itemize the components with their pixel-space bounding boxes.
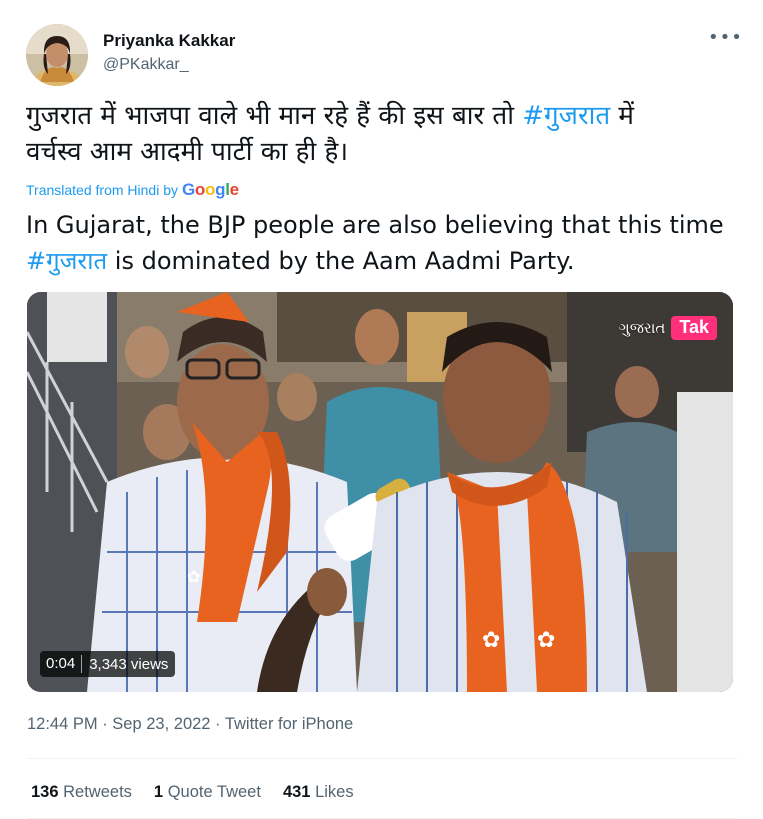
- likes-stat[interactable]: 431 Likes: [283, 783, 354, 802]
- tweet-source[interactable]: Twitter for iPhone: [225, 715, 353, 733]
- svg-text:✿: ✿: [537, 628, 555, 653]
- svg-text:✿: ✿: [187, 567, 200, 586]
- avatar-image: [26, 24, 88, 86]
- author-avatar[interactable]: [26, 24, 88, 86]
- tweet-text-segment: गुजरात में भाजपा वाले भी मान रहे हैं की …: [26, 101, 523, 131]
- tweet-text-segment: is dominated by the Aam Aadmi Party.: [107, 247, 575, 275]
- channel-tak-logo: Tak: [671, 316, 717, 340]
- video-duration: 0:04: [40, 655, 83, 673]
- tweet-date[interactable]: Sep 23, 2022: [112, 715, 210, 733]
- retweets-count: 136: [31, 783, 59, 801]
- tweet-time[interactable]: 12:44 PM: [27, 715, 98, 733]
- video-thumbnail: ✿ ✿ ✿: [27, 292, 733, 692]
- translation-label: Translated from Hindi by: [26, 182, 178, 198]
- retweets-stat[interactable]: 136 Retweets: [31, 783, 132, 802]
- more-options-icon[interactable]: •••: [708, 28, 742, 52]
- google-logo: Google: [182, 180, 239, 200]
- google-logo-letter: G: [181, 180, 195, 199]
- video-view-count: 3,343 views: [89, 655, 169, 673]
- google-logo-letter: o: [205, 180, 216, 199]
- tweet-text-segment: In Gujarat, the BJP people are also beli…: [26, 211, 724, 239]
- tweet-metadata: 12:44 PM · Sep 23, 2022 · Twitter for iP…: [27, 715, 353, 734]
- quote-tweets-label: Quote Tweet: [167, 783, 261, 801]
- tweet-text-segment: में: [610, 101, 634, 131]
- tweet-text-translated: In Gujarat, the BJP people are also beli…: [26, 207, 738, 279]
- retweets-label: Retweets: [63, 783, 132, 801]
- likes-label: Likes: [315, 783, 354, 801]
- video-info-badge: 0:04 3,343 views: [40, 651, 176, 677]
- google-logo-letter: g: [215, 180, 226, 199]
- tweet-text-segment: वर्चस्व आम आदमी पार्टी का ही है।: [26, 137, 349, 167]
- google-logo-letter: o: [194, 180, 206, 199]
- channel-watermark: ગુજરાત Tak: [619, 316, 717, 340]
- channel-name-gujarati: ગુજરાત: [618, 319, 666, 337]
- quote-tweets-stat[interactable]: 1 Quote Tweet: [154, 783, 261, 802]
- svg-text:✿: ✿: [482, 628, 500, 653]
- author-handle[interactable]: @PKakkar_: [103, 56, 189, 74]
- tweet-card: Priyanka Kakkar @PKakkar_ ••• गुजरात में…: [0, 0, 763, 819]
- google-logo-letter: e: [229, 180, 239, 199]
- author-name[interactable]: Priyanka Kakkar: [103, 31, 235, 51]
- hashtag-link[interactable]: #गुजरात: [522, 101, 610, 131]
- meta-separator: ·: [210, 715, 225, 733]
- video-player[interactable]: ✿ ✿ ✿ ગુજરાત Tak 0:04 3,343 views: [27, 292, 733, 692]
- engagement-stats: 136 Retweets 1 Quote Tweet 431 Likes: [31, 783, 354, 802]
- divider: [27, 758, 737, 759]
- quote-tweets-count: 1: [153, 783, 164, 801]
- likes-count: 431: [282, 783, 311, 801]
- tweet-text-original: गुजरात में भाजपा वाले भी मान रहे हैं की …: [26, 98, 738, 170]
- hashtag-link[interactable]: #गुजरात: [26, 247, 107, 275]
- meta-separator: ·: [97, 715, 113, 733]
- translation-attribution[interactable]: Translated from Hindi by Google: [26, 180, 239, 200]
